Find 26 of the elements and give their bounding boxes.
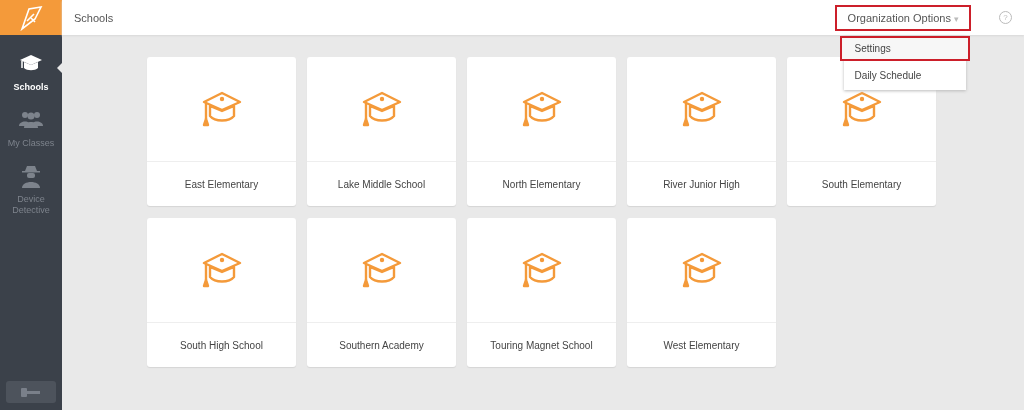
school-name: South Elementary — [820, 177, 903, 192]
school-card[interactable]: West Elementary — [627, 218, 776, 367]
school-card[interactable]: River Junior High — [627, 57, 776, 206]
page-title: Schools — [74, 11, 115, 24]
school-name: South High School — [179, 338, 264, 353]
logo-icon — [19, 4, 43, 31]
school-card[interactable]: East Elementary — [147, 57, 296, 206]
school-card[interactable]: Touring Magnet School — [467, 218, 616, 367]
detective-icon — [19, 165, 43, 189]
key-button[interactable] — [6, 381, 56, 403]
sidebar-item[interactable]: Schools — [0, 53, 62, 93]
school-name: Lake Middle School — [336, 177, 427, 192]
menu-item[interactable]: Settings — [839, 35, 970, 61]
school-name: East Elementary — [183, 177, 260, 192]
school-name: West Elementary — [662, 338, 741, 353]
school-name: North Elementary — [501, 177, 582, 192]
school-card[interactable]: Lake Middle School — [307, 57, 456, 206]
logo[interactable] — [0, 0, 62, 35]
school-card[interactable]: Southern Academy — [307, 218, 456, 367]
school-card[interactable]: North Elementary — [467, 57, 616, 206]
school-card[interactable]: South High School — [147, 218, 296, 367]
school-name: River Junior High — [662, 177, 741, 192]
school-name: Southern Academy — [338, 338, 425, 353]
school-name: Touring Magnet School — [489, 338, 594, 353]
organization-options-button[interactable]: Organization Options ▾ — [834, 4, 971, 31]
key-icon — [21, 387, 41, 397]
